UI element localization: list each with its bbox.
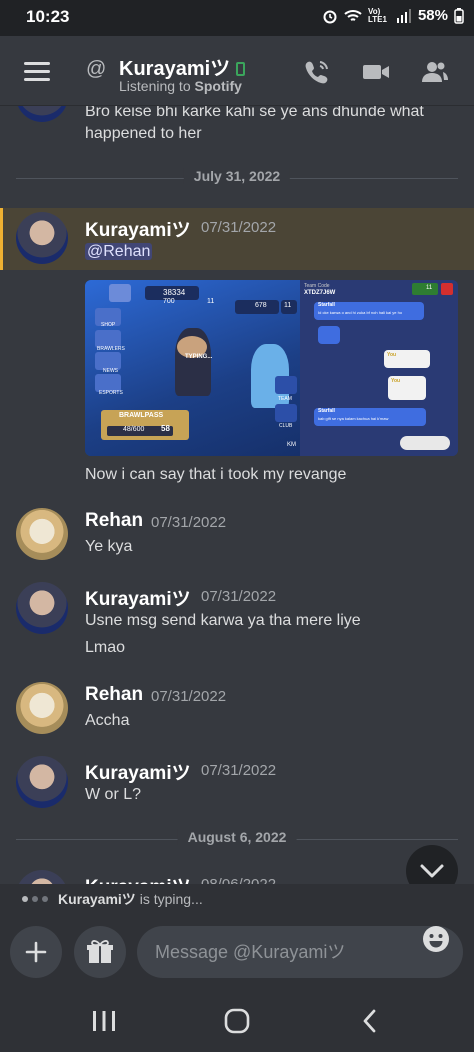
message-timestamp: 07/31/2022 — [201, 219, 277, 236]
message-timestamp: 07/31/2022 — [201, 588, 277, 605]
header-activity: Listening to Spotify — [119, 78, 242, 94]
recent-apps-icon[interactable] — [90, 1008, 118, 1034]
avatar[interactable] — [16, 582, 68, 634]
back-icon[interactable] — [358, 1007, 382, 1035]
avatar[interactable] — [16, 756, 68, 808]
network-label: Vo) LTE1 — [367, 6, 387, 24]
avatar[interactable] — [16, 106, 68, 122]
signal-icon — [396, 8, 411, 23]
video-call-icon[interactable] — [361, 58, 391, 86]
message-timestamp: 07/31/2022 — [151, 688, 227, 705]
plus-icon — [25, 941, 47, 963]
game-screenshot: 38334 SHOP BRAWLERS NEWS ESPORTS 700 11 … — [85, 280, 300, 456]
message-text: Bro keise bhi karke kahi se ye ans dhund… — [85, 106, 424, 142]
header-username[interactable]: Kurayamiツ — [119, 52, 246, 81]
battery-percent: 58% — [417, 7, 448, 24]
status-bar: 10:23 Vo) LTE1 58% — [0, 0, 474, 36]
message-text: W or L? — [85, 786, 142, 803]
at-icon: @ — [86, 58, 107, 80]
emoji-picker-icon[interactable] — [422, 925, 450, 953]
mention-highlight — [0, 208, 474, 270]
date-divider: July 31, 2022 — [16, 168, 458, 188]
alarm-icon — [323, 10, 337, 23]
message-text: Accha — [85, 712, 130, 729]
message-author[interactable]: Kurayamiツ — [85, 758, 191, 785]
battery-icon — [454, 7, 464, 24]
avatar[interactable] — [16, 682, 68, 734]
typing-indicator: Kurayamiツ is typing... — [0, 884, 474, 912]
status-time: 10:23 — [26, 7, 70, 26]
add-attachment-button[interactable] — [10, 926, 62, 978]
members-icon[interactable] — [420, 58, 450, 86]
date-divider: August 6, 2022 — [16, 829, 458, 849]
message-text: @Rehan — [85, 241, 153, 263]
team-chat-panel: Team Code XTDZ7J6W 11 Starfall Id cke ka… — [300, 280, 458, 456]
message-composer — [0, 912, 474, 992]
image-attachment[interactable]: 38334 SHOP BRAWLERS NEWS ESPORTS 700 11 … — [85, 280, 458, 456]
message-text: Ye kya — [85, 538, 133, 555]
message-text: Usne msg send karwa ya tha mere liye — [85, 612, 361, 629]
message-author[interactable]: Kurayamiツ — [85, 584, 191, 611]
wifi-icon — [344, 9, 362, 21]
message-author[interactable]: Rehan — [85, 684, 143, 706]
home-icon[interactable] — [223, 1007, 251, 1035]
user-mention[interactable]: @Rehan — [85, 243, 153, 260]
hamburger-menu-icon[interactable] — [24, 62, 50, 82]
message-input[interactable] — [137, 926, 463, 978]
mobile-status-icon — [236, 62, 246, 76]
gift-nitro-button[interactable] — [74, 926, 126, 978]
avatar[interactable] — [16, 212, 68, 264]
voice-call-icon[interactable] — [302, 58, 332, 86]
message-timestamp: 07/31/2022 — [151, 514, 227, 531]
gift-icon — [87, 940, 113, 963]
message-author[interactable]: Rehan — [85, 510, 143, 532]
typing-text: Kurayamiツ is typing... — [58, 891, 203, 907]
system-nav-bar — [0, 992, 474, 1052]
message-text: Now i can say that i took my revange — [85, 466, 347, 483]
chat-header: @ Kurayamiツ Listening to Spotify — [0, 36, 474, 106]
message-text: Lmao — [85, 639, 126, 656]
avatar[interactable] — [16, 508, 68, 560]
message-list[interactable]: Bro keise bhi karke kahi se ye ans dhund… — [0, 106, 474, 886]
message-timestamp: 07/31/2022 — [201, 762, 277, 779]
message-author[interactable]: Kurayamiツ — [85, 215, 191, 242]
status-icons: Vo) LTE1 58% — [322, 7, 464, 24]
typing-dots-icon — [22, 896, 48, 902]
